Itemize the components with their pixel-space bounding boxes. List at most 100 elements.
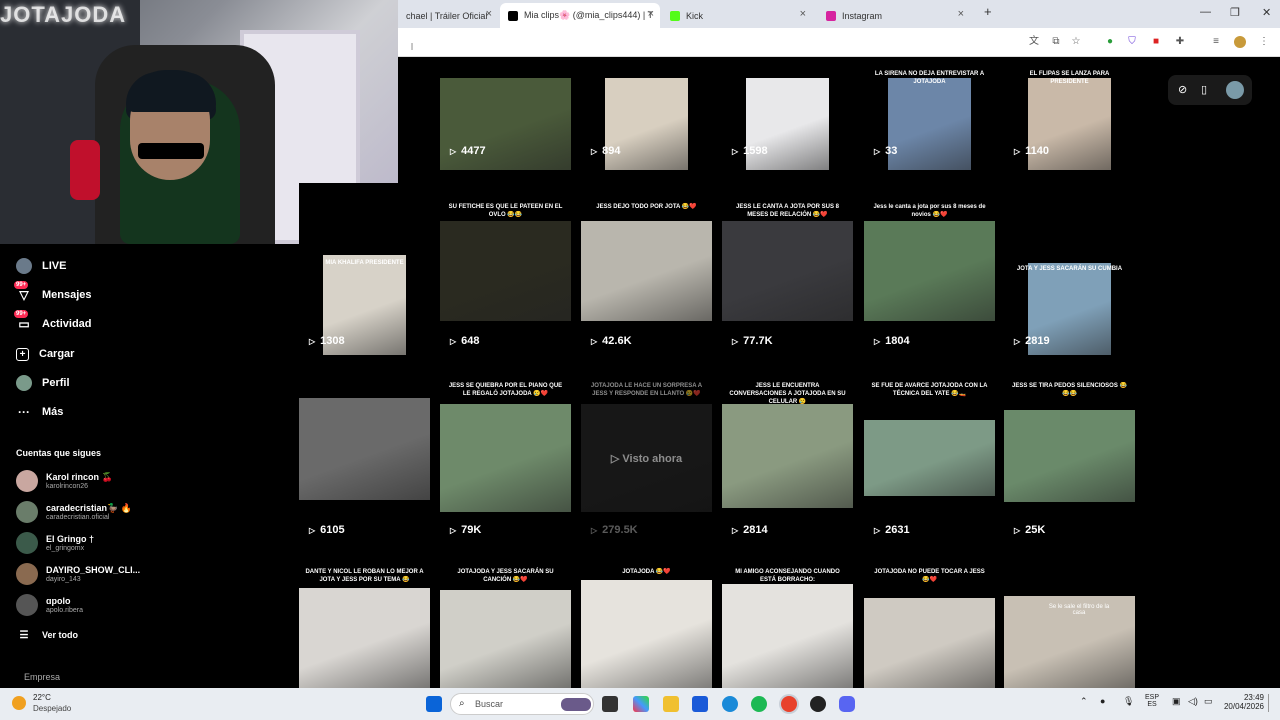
view-count-value: 33 [885, 145, 898, 157]
tab-instagram[interactable]: Instagram × [818, 3, 970, 28]
thumbnail-image [581, 580, 712, 688]
tab-mia-clips[interactable]: Mia clips🌸 (@mia_clips444) | T × [500, 3, 660, 28]
show-desktop-button[interactable] [1268, 694, 1272, 712]
play-icon: ▷ [591, 525, 598, 535]
play-icon: ▷ [591, 146, 598, 156]
video-thumbnail[interactable]: JESS SE TIRA PEDOS SILENCIOSOS 😂😂😂 [1004, 382, 1135, 522]
file-explorer-icon[interactable] [663, 696, 679, 712]
tab-trailer[interactable]: chael | Tráiler Oficial × [398, 3, 498, 28]
sidebar-item-mensajes[interactable]: ▽ 99+ Mensajes [14, 281, 92, 305]
video-thumbnail[interactable]: Jess le canta a jota por sus 8 meses de … [864, 183, 995, 355]
thumbnail-image [722, 404, 853, 508]
sidebar-item-live[interactable]: LIVE [16, 256, 66, 276]
video-thumbnail[interactable]: JOTAJODA NO PUEDE TOCAR A JESS 😂❤️ [864, 562, 995, 688]
video-thumbnail[interactable]: JESS LE ENCUENTRA CONVERSACIONES A JOTAJ… [722, 382, 853, 522]
tab-close-icon[interactable]: × [958, 8, 964, 20]
store-icon[interactable] [692, 696, 708, 712]
following-account[interactable]: DAYIRO_SHOW_CLI... dayiro_143 [16, 563, 140, 585]
discord-icon[interactable] [839, 696, 855, 712]
following-account[interactable]: caradecristian🦆 🔥 caradecristian.oficial [16, 501, 132, 523]
edge-icon[interactable] [722, 696, 738, 712]
following-account[interactable]: Karol rincon 🍒 karolrincon26 [16, 470, 113, 492]
account-username: el_gringomx [46, 544, 85, 552]
sidebar-item-mas[interactable]: ··· Más [16, 402, 63, 422]
video-thumbnail[interactable]: JOTA Y JESS SACARÁN SU CUMBIA [1004, 183, 1135, 355]
thumbnail-caption: EL FLIPAS SE LANZA PARA PRESIDENTE [1029, 71, 1110, 85]
spotify-icon[interactable] [751, 696, 767, 712]
thumbnail-caption: JESS DEJO TODO POR JOTA 😂❤️ [596, 204, 697, 210]
tab-close-icon[interactable]: × [648, 8, 654, 20]
thumbnail-caption: JOTA Y JESS SACARÁN SU CUMBIA [1016, 266, 1123, 272]
chrome-icon[interactable] [781, 696, 797, 712]
view-count-value: 77.7K [743, 335, 773, 347]
weather-temp[interactable]: 22°C [33, 693, 51, 702]
phone-icon[interactable]: ▯ [1201, 83, 1207, 96]
task-view-icon[interactable] [602, 696, 618, 712]
reading-list-icon[interactable]: ≡ [1210, 36, 1222, 48]
new-tab-button[interactable]: + [984, 4, 992, 19]
extension-shield-icon[interactable]: ⛉ [1126, 36, 1138, 48]
video-thumbnail[interactable]: DANTE Y NICOL LE ROBAN LO MEJOR A JOTA Y… [299, 562, 430, 688]
view-count-value: 6105 [320, 524, 345, 536]
video-thumbnail[interactable]: MIA KHALIFA PRESIDENTE [299, 183, 430, 355]
search-placeholder: Buscar [475, 699, 504, 709]
extension-red-icon[interactable]: ■ [1150, 36, 1162, 48]
sidebar-item-label: LIVE [42, 260, 67, 272]
company-link[interactable]: Empresa [24, 672, 60, 682]
play-icon: ▷ [732, 336, 739, 346]
chevron-up-icon[interactable]: ⌃ [1080, 696, 1088, 707]
obs-icon[interactable] [810, 696, 826, 712]
sidebar-item-actividad[interactable]: ▭ 99+ Actividad [14, 310, 92, 334]
view-count: ▷ 1140 [1014, 145, 1049, 157]
network-icon[interactable]: ▣ [1172, 696, 1181, 707]
compass-icon[interactable]: ⊘ [1178, 83, 1187, 96]
windows-start-icon[interactable] [426, 696, 442, 712]
cast-icon[interactable]: ⧉ [1050, 36, 1062, 48]
close-window-icon[interactable]: ✕ [1262, 6, 1271, 19]
taskbar-search-input[interactable]: ⌕ Buscar [450, 693, 594, 715]
thumbnail-caption: JOTAJODA LE HACE UN SORPRESA A JESS Y RE… [590, 383, 703, 397]
tray-app-icon[interactable]: ● [1100, 696, 1105, 706]
video-thumbnail[interactable]: SE FUE DE AVARCE JOTAJODA CON LA TÉCNICA… [864, 382, 995, 522]
sidebar-item-cargar[interactable]: + Cargar [16, 344, 74, 364]
bookmark-star-icon[interactable]: ☆ [1070, 36, 1082, 48]
extensions-puzzle-icon[interactable]: ✚ [1174, 36, 1186, 48]
play-icon: ▷ [1014, 146, 1021, 156]
language-indicator[interactable]: ESP ES [1145, 694, 1159, 708]
video-thumbnail[interactable] [299, 382, 430, 522]
profile-avatar-icon[interactable] [1234, 36, 1246, 48]
weather-desc[interactable]: Despejado [33, 704, 71, 713]
thumbnail-image [440, 590, 571, 688]
user-avatar-icon[interactable] [1226, 81, 1244, 99]
clock[interactable]: 23:49 20/04/2026 [1212, 693, 1264, 711]
tab-kick[interactable]: Kick × [662, 3, 812, 28]
sidebar-item-perfil[interactable]: Perfil [16, 373, 70, 393]
tab-close-icon[interactable]: × [486, 8, 492, 20]
play-icon: ▷ [591, 336, 598, 346]
following-account[interactable]: El Gringo † el_gringomx [16, 532, 94, 554]
video-thumbnail[interactable]: JOTAJODA LE HACE UN SORPRESA A JESS Y RE… [581, 382, 712, 522]
see-all-button[interactable]: ☰ Ver todo [16, 625, 79, 645]
view-count: ▷ 33 [874, 145, 897, 157]
video-thumbnail[interactable]: JOTAJODA Y JESS SACARÁN SU CANCIÓN 😂❤️ [440, 562, 571, 688]
watched-now-text: Visto ahora [622, 453, 683, 465]
video-thumbnail[interactable]: Se le sale el filtro de la casa [1004, 562, 1135, 688]
video-thumbnail[interactable]: JESS LE CANTA A JOTA POR SUS 8 MESES DE … [722, 183, 853, 355]
tab-close-icon[interactable]: × [800, 8, 806, 20]
video-thumbnail[interactable]: JESS DEJO TODO POR JOTA 😂❤️ [581, 183, 712, 355]
microphone-icon[interactable]: 🎙 [1123, 696, 1134, 707]
video-thumbnail[interactable]: MI AMIGO ACONSEJANDO CUANDO ESTÁ BORRACH… [722, 562, 853, 688]
video-thumbnail[interactable]: JESS SE QUIEBRA POR EL PIANO QUE LE REGA… [440, 382, 571, 522]
following-account[interactable]: ɑpolo apolo.ribera [16, 594, 83, 616]
view-count-value: 2814 [743, 524, 768, 536]
minimize-icon[interactable]: — [1200, 6, 1211, 18]
browser-menu-icon[interactable]: ⋮ [1258, 36, 1270, 48]
webcam-streamer-hair-front [126, 72, 216, 112]
copilot-icon[interactable] [633, 696, 649, 712]
video-thumbnail[interactable]: SU FETICHE ES QUE LE PATEEN EN EL OVLO 😂… [440, 183, 571, 355]
extension-green-icon[interactable]: ● [1104, 36, 1116, 48]
restore-icon[interactable]: ❐ [1230, 6, 1240, 19]
translate-icon[interactable]: 文 [1028, 36, 1040, 48]
video-thumbnail[interactable]: JOTAJODA 😂❤️ [581, 562, 712, 688]
volume-icon[interactable]: ◁) [1188, 696, 1198, 707]
